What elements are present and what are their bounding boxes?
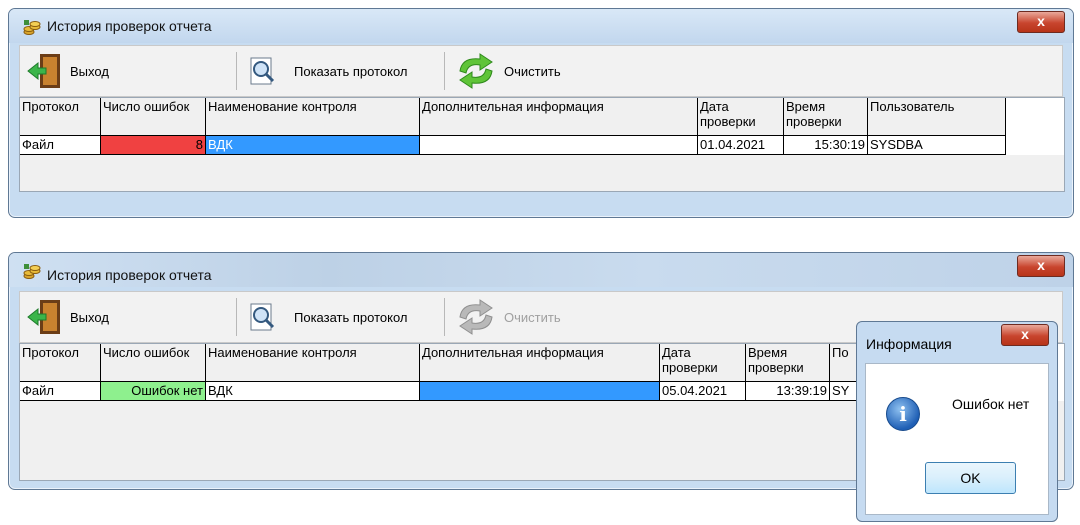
header-protocol[interactable]: Протокол [20, 98, 101, 136]
header-errors[interactable]: Число ошибок [101, 344, 206, 382]
dialog-close-button[interactable]: x [1001, 324, 1049, 346]
close-button[interactable]: x [1017, 255, 1065, 277]
door-exit-icon [27, 54, 60, 88]
header-time[interactable]: Время проверки [746, 344, 830, 382]
header-control[interactable]: Наименование контроля [206, 98, 420, 136]
header-date[interactable]: Дата проверки [660, 344, 746, 382]
coins-icon [23, 20, 41, 35]
magnifier-document-icon [250, 57, 275, 85]
top-window: История проверок отчета x Выход Показать… [8, 8, 1074, 218]
dialog-body: i Ошибок нет OK [865, 363, 1049, 515]
show-protocol-button[interactable]: Показать протокол [248, 292, 408, 342]
show-protocol-label: Показать протокол [294, 309, 408, 325]
info-icon: i [886, 397, 920, 431]
window-title: История проверок отчета [47, 267, 212, 283]
cell-errors[interactable]: Ошибок нет [101, 382, 206, 401]
cell-date[interactable]: 05.04.2021 [660, 382, 746, 401]
toolbar-separator [444, 52, 445, 90]
cell-info[interactable] [420, 136, 698, 155]
toolbar-separator [236, 52, 237, 90]
header-date[interactable]: Дата проверки [698, 98, 784, 136]
dialog-title: Информация [866, 336, 952, 352]
cell-date[interactable]: 01.04.2021 [698, 136, 784, 155]
header-control[interactable]: Наименование контроля [206, 344, 420, 382]
cell-control[interactable]: ВДК [206, 382, 420, 401]
header-errors[interactable]: Число ошибок [101, 98, 206, 136]
ok-button[interactable]: OK [925, 462, 1016, 494]
cell-user[interactable]: SYSDBA [868, 136, 1006, 155]
cell-errors[interactable]: 8 [101, 136, 206, 155]
window-title: История проверок отчета [47, 18, 212, 34]
toolbar-separator [444, 298, 445, 336]
header-time[interactable]: Время проверки [784, 98, 868, 136]
exit-label: Выход [70, 309, 109, 325]
coins-icon [23, 264, 41, 279]
cell-info[interactable] [420, 382, 660, 401]
history-grid: Протокол Число ошибок Наименование контр… [19, 97, 1065, 192]
info-dialog: Информация x i Ошибок нет OK [856, 321, 1058, 522]
toolbar-separator [236, 298, 237, 336]
dialog-message: Ошибок нет [952, 396, 1030, 412]
exit-button[interactable]: Выход [26, 292, 109, 342]
bottom-titlebar[interactable]: История проверок отчета x [9, 253, 1073, 287]
exit-label: Выход [70, 63, 109, 79]
header-protocol[interactable]: Протокол [20, 344, 101, 382]
clear-button[interactable]: Очистить [454, 292, 561, 342]
cell-protocol[interactable]: Файл [20, 136, 101, 155]
grid-empty-area [20, 155, 1064, 191]
close-button[interactable]: x [1017, 11, 1065, 33]
header-user[interactable]: Пользователь [868, 98, 1006, 136]
cell-time[interactable]: 13:39:19 [746, 382, 830, 401]
cell-protocol[interactable]: Файл [20, 382, 101, 401]
door-exit-icon [27, 300, 60, 334]
cell-control[interactable]: ВДК [206, 136, 420, 155]
show-protocol-button[interactable]: Показать протокол [248, 46, 408, 96]
clear-label: Очистить [504, 63, 561, 79]
header-info[interactable]: Дополнительная информация [420, 344, 660, 382]
refresh-arrows-icon [459, 299, 493, 335]
toolbar: Выход Показать протокол Очистить [19, 45, 1063, 97]
show-protocol-label: Показать протокол [294, 63, 408, 79]
magnifier-document-icon [250, 303, 275, 331]
exit-button[interactable]: Выход [26, 46, 109, 96]
header-info[interactable]: Дополнительная информация [420, 98, 698, 136]
top-titlebar[interactable]: История проверок отчета x [9, 9, 1073, 43]
refresh-arrows-icon [459, 53, 493, 89]
cell-time[interactable]: 15:30:19 [784, 136, 868, 155]
clear-label: Очистить [504, 309, 561, 325]
clear-button[interactable]: Очистить [454, 46, 561, 96]
